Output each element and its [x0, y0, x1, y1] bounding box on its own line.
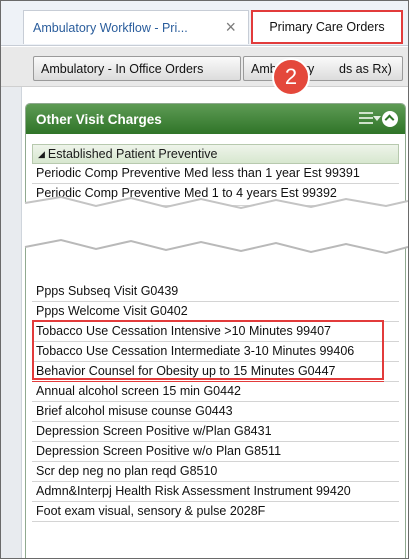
app-window: Ambulatory Workflow - Pri... × Primary C… [0, 0, 409, 559]
torn-paper-overlay [24, 195, 408, 255]
